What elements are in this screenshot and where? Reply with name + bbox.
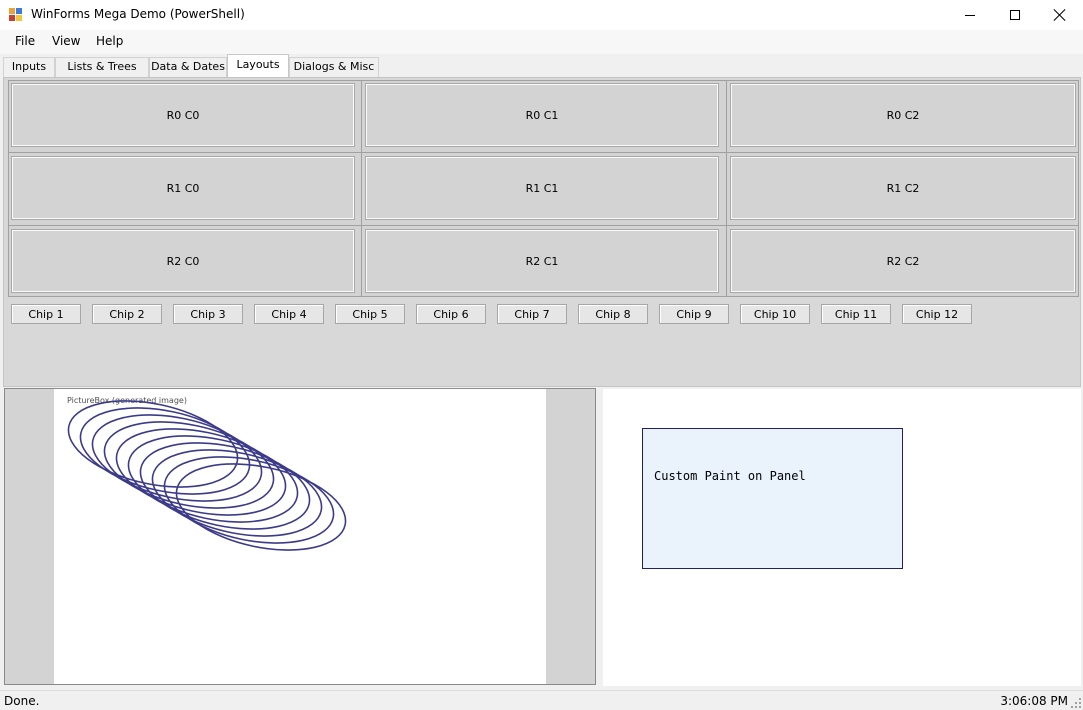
status-time: 3:06:08 PM [1000,694,1068,708]
chip-button[interactable]: Chip 9 [659,304,729,324]
window-title: WinForms Mega Demo (PowerShell) [31,7,245,21]
tab-strip: Inputs Lists & Trees Data & Dates Layout… [0,54,1083,78]
chip-button[interactable]: Chip 2 [92,304,162,324]
tab-inputs[interactable]: Inputs [3,57,55,77]
ellipse-shape [115,428,287,516]
chip-button[interactable]: Chip 12 [902,304,972,324]
maximize-icon [1010,10,1020,20]
tab-page-layouts: R0 C0 R0 C1 R0 C2 R1 C0 R1 C1 R1 C2 R2 C… [3,77,1081,387]
tab-lists-trees[interactable]: Lists & Trees [55,57,149,77]
close-button[interactable] [1037,0,1083,30]
chip-button[interactable]: Chip 10 [740,304,810,324]
chip-button[interactable]: Chip 8 [578,304,648,324]
grid-button-r2c0[interactable]: R2 C0 [11,229,355,293]
minimize-icon [965,14,975,16]
chip-button[interactable]: Chip 4 [254,304,324,324]
menu-view[interactable]: View [52,34,80,48]
ellipses-drawing [67,400,347,551]
status-text: Done. [4,694,40,708]
grid-button-r2c1[interactable]: R2 C1 [365,229,719,293]
grid-button-r1c0[interactable]: R1 C0 [11,156,355,220]
tab-layouts[interactable]: Layouts [227,54,289,78]
tab-dialogs-misc[interactable]: Dialogs & Misc [289,57,379,77]
tab-data-dates[interactable]: Data & Dates [149,57,227,77]
grid-button-r1c2[interactable]: R1 C2 [730,156,1076,220]
resize-grip-icon[interactable] [1071,698,1081,708]
grid-button-r1c1[interactable]: R1 C1 [365,156,719,220]
ellipse-shape [127,435,299,523]
menu-bar: File View Help [0,30,1083,54]
chip-button[interactable]: Chip 5 [335,304,405,324]
minimize-button[interactable] [947,0,993,30]
chip-button[interactable]: Chip 6 [416,304,486,324]
grid-button-r2c2[interactable]: R2 C2 [730,229,1076,293]
custom-paint-panel: Custom Paint on Panel [603,389,1081,686]
grid-button-r0c0[interactable]: R0 C0 [11,83,355,147]
grid-button-r0c1[interactable]: R0 C1 [365,83,719,147]
menu-file[interactable]: File [15,34,35,48]
chip-button[interactable]: Chip 3 [173,304,243,324]
menu-help[interactable]: Help [96,34,123,48]
app-icon [9,8,23,22]
picturebox-panel: PictureBox (generated image) [4,388,596,685]
status-bar: Done. 3:06:08 PM [0,690,1083,710]
picturebox-image: PictureBox (generated image) [54,389,546,684]
chip-button[interactable]: Chip 11 [821,304,891,324]
table-layout-panel: R0 C0 R0 C1 R0 C2 R1 C0 R1 C1 R1 C2 R2 C… [8,80,1079,297]
chip-button[interactable]: Chip 1 [11,304,81,324]
title-bar[interactable]: WinForms Mega Demo (PowerShell) [0,0,1083,30]
custom-paint-box: Custom Paint on Panel [642,428,903,569]
custom-paint-text: Custom Paint on Panel [654,469,806,483]
maximize-button[interactable] [992,0,1038,30]
chip-button[interactable]: Chip 7 [497,304,567,324]
close-icon [1054,9,1066,21]
grid-button-r0c2[interactable]: R0 C2 [730,83,1076,147]
